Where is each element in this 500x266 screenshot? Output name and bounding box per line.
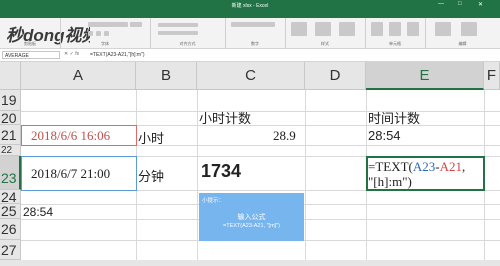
row-header-25[interactable]: 25 [0,204,21,219]
window-title: 新建 xlsx - Excel [231,3,269,9]
ribbon-tabs [0,10,500,18]
formula-input[interactable]: =TEXT(A23-A21,"[h]:m") [90,52,145,58]
format-icon[interactable] [407,22,419,36]
ribbon-group-label: 单元格 [389,41,401,46]
bold-icon[interactable] [88,31,93,36]
cell-b23[interactable]: 分钟 [138,166,164,185]
ribbon-group-editing: 编辑 [425,18,500,48]
tip-box: 小提示： 输入公式 =TEXT(A23-A21, "[m]") [199,193,304,241]
grid-line [197,90,198,260]
column-header-c[interactable]: C [197,62,305,90]
formula-part: =TEXT( [368,159,413,174]
formula-ref-a23: A23 [412,159,436,174]
column-header-b[interactable]: B [136,62,197,90]
cell-a21[interactable]: 2018/6/6 16:06 [31,128,110,144]
column-header-a[interactable]: A [21,62,136,90]
ribbon-group-styles: 样式 [285,18,366,48]
grid-line [21,111,500,112]
column-header-f[interactable]: F [484,62,500,90]
cell-a25[interactable]: 28:54 [23,205,53,219]
font-size-dropdown[interactable] [130,22,142,27]
ribbon-group-label: 剪贴板 [24,41,36,46]
maximize-button[interactable]: □ [458,1,462,7]
cell-c20[interactable]: 小时计数 [199,108,251,127]
underline-icon[interactable] [104,31,109,36]
ribbon-group-cells: 单元格 [365,18,426,48]
table-format-icon[interactable] [315,22,331,36]
title-bar: 新建 xlsx - Excel — □ ✕ [0,0,500,10]
ribbon-group-font: 字体 [60,18,151,48]
tip-title: 小提示： [202,198,225,204]
ribbon-group-label: 数字 [251,41,259,46]
tip-line1: 输入公式 [237,214,266,221]
align-left-icon[interactable] [158,31,198,35]
cancel-icon[interactable]: ✕ [64,51,68,57]
formula-part: , [462,159,466,174]
number-format-dropdown[interactable] [231,22,275,27]
fx-icon[interactable]: fx [75,51,79,57]
italic-icon[interactable] [96,31,101,36]
ribbon-group-label: 字体 [101,41,109,46]
cell-e23-line2: "[h]:m") [368,174,412,189]
ribbon-group-label: 对齐方式 [179,41,196,46]
row-header-24[interactable]: 24 [0,190,21,204]
select-all-corner[interactable] [0,62,21,90]
enter-icon[interactable]: ✓ [70,51,74,57]
formula-bar: AVERAGE ✕ ✓ fx =TEXT(A23-A21,"[h]:m") [0,49,500,62]
minimize-button[interactable]: — [438,1,444,7]
font-name-dropdown[interactable] [88,22,128,27]
sort-filter-icon[interactable] [435,22,451,36]
find-select-icon[interactable] [461,22,477,36]
grid-line [305,90,306,260]
ribbon-group-alignment: 对齐方式 [150,18,226,48]
row-header-27[interactable]: 27 [0,240,21,260]
ribbon-group-number: 数字 [225,18,286,48]
align-top-icon[interactable] [158,23,198,27]
close-button[interactable]: ✕ [478,1,483,8]
ribbon-group-label: 编辑 [458,41,467,46]
formula-ref-a21: A21 [439,159,462,174]
cell-c23[interactable]: 1734 [201,161,241,182]
ribbon-group-label: 样式 [321,41,329,46]
ribbon: 秒dong视频 剪贴板 字体 对齐方式 数字 样式 单元格 编辑 [0,18,500,49]
row-header-20[interactable]: 20 [0,111,21,125]
tip-line2: =TEXT(A23-A21, "[m]") [223,223,280,229]
column-header-e[interactable]: E [366,62,484,90]
row-header-22[interactable]: 22 [0,145,21,156]
cell-a23[interactable]: 2018/6/7 21:00 [31,166,110,182]
insert-icon[interactable] [371,22,383,36]
formula-bar-icons: ✕ ✓ fx [64,51,79,57]
cell-e20[interactable]: 时间计数 [368,108,420,127]
cell-b21[interactable]: 小时 [138,128,164,147]
row-header-26[interactable]: 26 [0,219,21,240]
sheet-tab-bar [0,260,500,266]
cell-e21[interactable]: 28:54 [368,128,401,143]
row-header-19[interactable]: 19 [0,90,21,111]
cell-c21[interactable]: 28.9 [273,128,296,144]
name-box[interactable]: AVERAGE [2,51,60,59]
ribbon-group-clipboard: 剪贴板 [0,18,61,48]
column-header-d[interactable]: D [305,62,366,90]
cell-e23-editor[interactable]: =TEXT(A23-A21, [368,159,465,175]
conditional-format-icon[interactable] [291,22,307,36]
cell-styles-icon[interactable] [339,22,355,36]
row-header-23[interactable]: 23 [0,156,21,190]
row-header-21[interactable]: 21 [0,125,21,145]
delete-icon[interactable] [389,22,401,36]
